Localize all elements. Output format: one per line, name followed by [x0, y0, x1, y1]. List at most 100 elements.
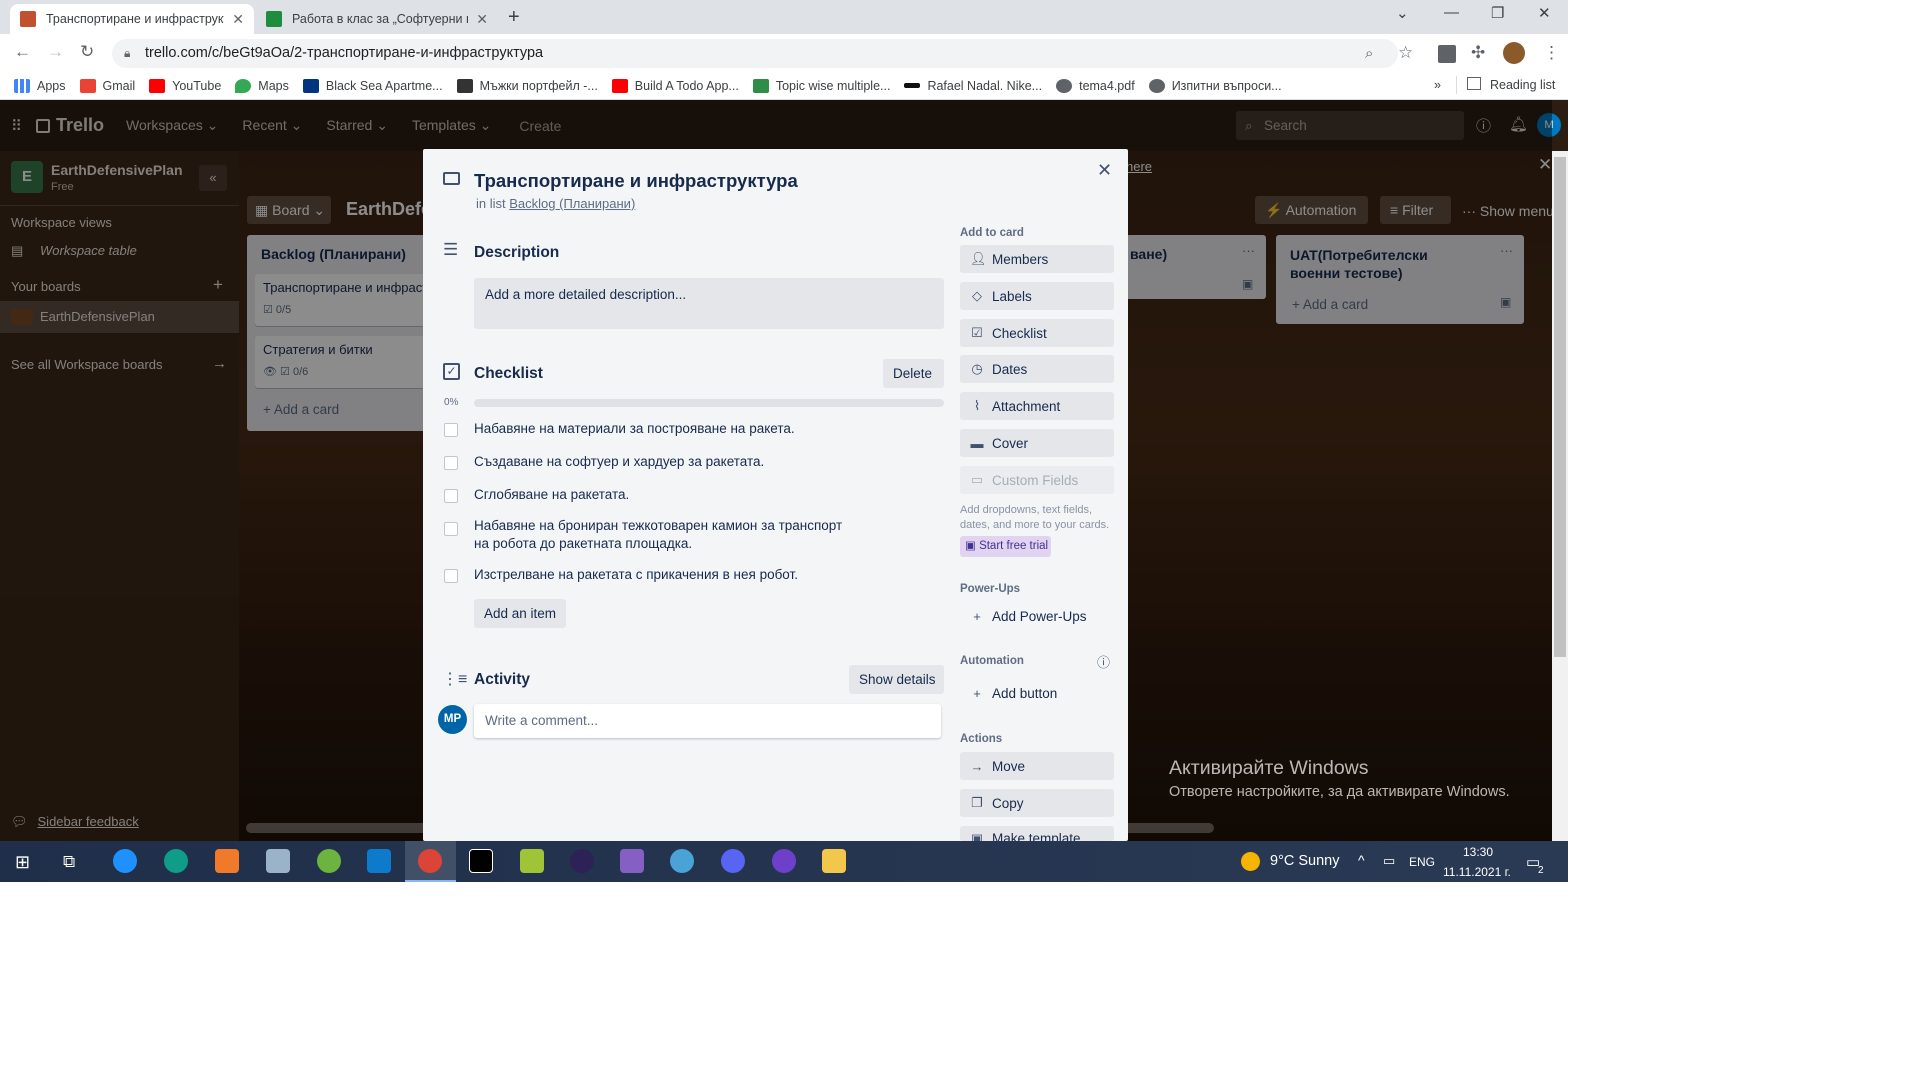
checklist-item-text[interactable]: Създаване на софтуер и хардуер за ракета…	[474, 453, 874, 471]
copy-button[interactable]: ❐ Copy	[960, 789, 1114, 817]
tab-search-chevron-icon[interactable]: ⌄	[1396, 4, 1409, 22]
reload-icon[interactable]: ↻	[80, 42, 94, 62]
cover-button[interactable]: ▬ Cover	[960, 429, 1114, 457]
close-window-icon[interactable]: ✕	[1538, 4, 1551, 22]
edge-icon[interactable]	[164, 849, 188, 873]
puzzle-extensions-icon[interactable]: ✣	[1471, 43, 1485, 63]
members-button[interactable]: 👤︎ Members	[960, 245, 1114, 273]
bookmark-nadal[interactable]: Rafael Nadal. Nike...	[904, 79, 1042, 93]
bookmark-wallet[interactable]: Мъжки портфейл -...	[456, 78, 598, 93]
checklist-item-checkbox[interactable]	[444, 456, 458, 470]
list-link[interactable]: Backlog (Планирани)	[509, 196, 635, 211]
weather-text[interactable]: 9°C Sunny	[1270, 853, 1339, 869]
bookmark-youtube[interactable]: YouTube	[149, 78, 221, 93]
bookmark-gmail[interactable]: Gmail	[79, 78, 135, 93]
checklist-button[interactable]: ☑ Checklist	[960, 319, 1114, 347]
bookmark-maps[interactable]: Maps	[235, 78, 289, 93]
clock-time[interactable]: 13:30	[1463, 845, 1493, 859]
chrome-icon[interactable]	[418, 849, 442, 873]
intellij-icon[interactable]	[469, 849, 493, 873]
bookmark-apps[interactable]: Apps	[14, 78, 66, 93]
reading-list-button[interactable]: Reading list	[1490, 78, 1555, 92]
minimize-icon[interactable]: —	[1444, 4, 1459, 21]
vscode-icon[interactable]	[367, 849, 391, 873]
checklist-item-text[interactable]: Сглобяване на ракетата.	[474, 486, 874, 504]
tab-active[interactable]: Транспортиране и инфраструкт ✕	[10, 4, 254, 34]
page-scrollbar[interactable]	[1552, 151, 1568, 841]
xampp-icon[interactable]	[215, 849, 239, 873]
close-modal-icon[interactable]: ✕	[1097, 160, 1112, 181]
app-icon[interactable]	[670, 849, 694, 873]
ie-icon[interactable]	[113, 849, 137, 873]
checklist-item-text[interactable]: Набавяне на брониран тежкотоварен камион…	[474, 517, 854, 553]
clock-date[interactable]: 11.11.2021 г.	[1443, 865, 1511, 879]
extension-icon[interactable]	[1438, 45, 1456, 63]
bookmark-star-icon[interactable]: ☆	[1398, 43, 1413, 63]
button-label: Make template	[992, 831, 1081, 841]
bookmarks-overflow-button[interactable]: »	[1434, 78, 1441, 92]
comment-input[interactable]: Write a comment...	[474, 704, 941, 738]
app-icon[interactable]	[520, 849, 544, 873]
reading-list-icon	[1467, 77, 1481, 90]
bookmark-topic[interactable]: Topic wise multiple...	[752, 78, 890, 93]
app-icon[interactable]	[266, 849, 290, 873]
attachment-button[interactable]: ⌇ Attachment	[960, 392, 1114, 420]
close-tab-icon[interactable]: ✕	[232, 11, 244, 28]
tray-chevron-icon[interactable]: ^	[1358, 852, 1365, 868]
activity-icon: ⋮≡	[442, 671, 468, 688]
checklist-item-checkbox[interactable]	[444, 569, 458, 583]
button-label: Delete	[893, 366, 933, 381]
back-arrow-icon[interactable]: ←	[14, 42, 31, 62]
add-checklist-item-button[interactable]: Add an item	[474, 599, 566, 628]
make-template-button[interactable]: ▣ Make template	[960, 826, 1114, 841]
paperclip-icon: ⌇	[973, 398, 981, 413]
checklist-item-checkbox[interactable]	[444, 489, 458, 503]
scroll-thumb[interactable]	[1554, 157, 1566, 657]
add-powerups-button[interactable]: + Add Power-Ups	[960, 602, 1114, 630]
bird-logo-icon	[456, 78, 473, 93]
close-tab-icon[interactable]: ✕	[476, 11, 488, 28]
bookmark-tema4[interactable]: tema4.pdf	[1056, 78, 1135, 93]
language-indicator[interactable]: ENG	[1409, 855, 1435, 869]
zoom-icon[interactable]: ⌕	[1365, 39, 1373, 68]
move-button[interactable]: → Move	[960, 752, 1114, 780]
task-view-icon[interactable]: ⧉	[63, 852, 75, 872]
new-tab-plus-icon[interactable]: +	[508, 6, 520, 29]
tab-inactive[interactable]: Работа в клас за „Софтуерни пр ✕	[256, 4, 498, 34]
checklist-item-text[interactable]: Набавяне на материали за построяване на …	[474, 420, 874, 438]
eclipse-icon[interactable]	[570, 849, 594, 873]
checklist-item-checkbox[interactable]	[444, 522, 458, 536]
checklist-item-checkbox[interactable]	[444, 423, 458, 437]
button-label: Add button	[992, 685, 1058, 701]
file-explorer-icon[interactable]	[822, 849, 846, 873]
custom-fields-button[interactable]: ▭ Custom Fields	[960, 466, 1114, 494]
card-title[interactable]: Транспортиране и инфраструктура	[474, 170, 798, 192]
forward-arrow-icon[interactable]: →	[47, 42, 64, 62]
bookmark-todo[interactable]: Build A Todo App...	[611, 78, 739, 93]
labels-button[interactable]: ◇ Labels	[960, 282, 1114, 310]
tray-device-icon[interactable]: ▭	[1383, 853, 1395, 869]
checklist-item-text[interactable]: Изстрелване на ракетата с прикачения в н…	[474, 566, 874, 584]
url-field[interactable]: 🔒︎ trello.com/c/beGt9aOa/2-транспортиран…	[112, 39, 1398, 68]
visual-studio-icon[interactable]	[620, 849, 644, 873]
description-field[interactable]: Add a more detailed description...	[474, 278, 944, 329]
maximize-icon[interactable]: ❐	[1491, 4, 1504, 22]
button-label: Custom Fields	[992, 472, 1079, 488]
plus-icon: +	[973, 685, 981, 701]
show-details-button[interactable]: Show details	[849, 665, 944, 694]
automation-info-icon[interactable]: ⓘ	[1097, 652, 1110, 671]
bookmark-exam[interactable]: Изпитни въпроси...	[1148, 78, 1282, 93]
member-avatar[interactable]: MP	[438, 705, 467, 734]
add-button-button[interactable]: + Add button	[960, 679, 1114, 707]
spring-icon[interactable]	[317, 849, 341, 873]
profile-avatar[interactable]	[1503, 42, 1525, 64]
bookmark-black-sea[interactable]: Black Sea Apartme...	[302, 78, 443, 93]
start-trial-button[interactable]: ▣ Start free trial	[960, 536, 1051, 557]
checklist-title[interactable]: Checklist	[474, 365, 543, 383]
dates-button[interactable]: ◷ Dates	[960, 355, 1114, 383]
delete-checklist-button[interactable]: Delete	[883, 359, 944, 388]
github-desktop-icon[interactable]	[772, 849, 796, 873]
discord-icon[interactable]	[721, 849, 745, 873]
windows-start-icon[interactable]: ⊞	[15, 852, 30, 873]
chrome-menu-icon[interactable]: ⋮	[1543, 43, 1560, 63]
